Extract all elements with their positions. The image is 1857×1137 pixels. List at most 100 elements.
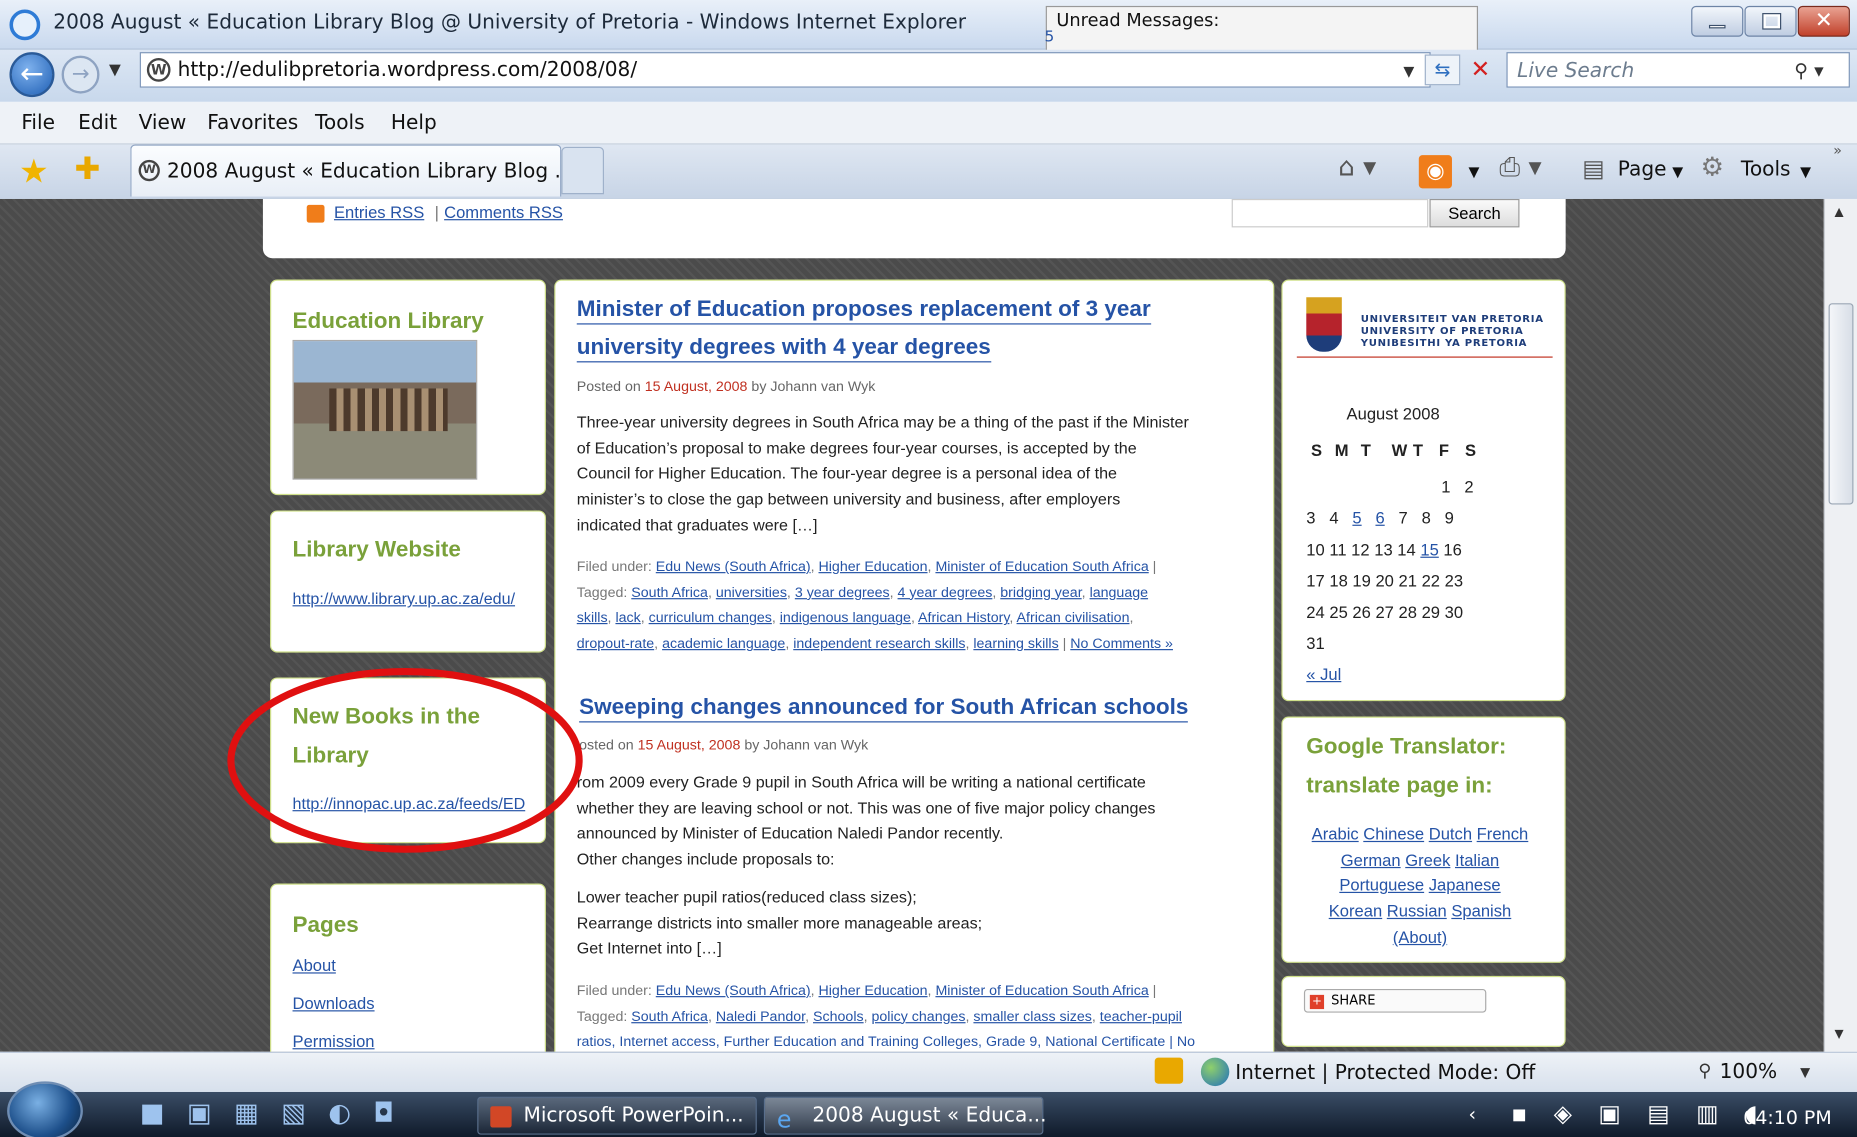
stop-button[interactable]: ✕ xyxy=(1464,54,1497,85)
tag-link[interactable]: teacher-pupil xyxy=(1100,1008,1182,1025)
menu-tools[interactable]: Tools xyxy=(315,111,365,135)
home-icon[interactable]: ⌂ ▾ xyxy=(1338,153,1376,183)
page-menu-icon[interactable]: ▤ xyxy=(1582,154,1604,182)
post-title-1-line1[interactable]: Minister of Education proposes replaceme… xyxy=(576,297,1151,325)
close-window-button[interactable]: ✕ xyxy=(1797,5,1850,37)
clock[interactable]: 04:10 PM xyxy=(1743,1106,1831,1129)
calendar-day-link[interactable]: 5 xyxy=(1352,509,1361,528)
address-dropdown-icon[interactable]: ▼ xyxy=(1403,63,1414,80)
refresh-button[interactable]: ⇆ xyxy=(1424,54,1461,86)
feeds-dropdown-icon[interactable]: ▼ xyxy=(1469,163,1480,180)
zoom-icon[interactable]: ⚲ xyxy=(1698,1060,1711,1081)
back-button[interactable]: ← xyxy=(9,52,55,98)
blog-search-button[interactable]: Search xyxy=(1429,198,1520,228)
lang-link[interactable]: Russian xyxy=(1387,901,1447,920)
category-link[interactable]: Higher Education xyxy=(819,982,928,999)
page-link-about[interactable]: About xyxy=(293,956,336,975)
tag-link[interactable]: academic language xyxy=(662,635,785,652)
post-date[interactable]: 15 August, 2008 xyxy=(645,378,748,395)
tag-link[interactable]: curriculum changes xyxy=(649,609,772,626)
lang-link[interactable]: Arabic xyxy=(1312,824,1359,843)
taskbar-powerpoint[interactable]: Microsoft PowerPoin... xyxy=(477,1096,757,1135)
tag-link[interactable]: skills xyxy=(577,609,608,626)
tag-link[interactable]: South Africa xyxy=(631,1008,708,1025)
lang-link[interactable]: Greek xyxy=(1405,850,1450,869)
tools-menu[interactable]: Tools xyxy=(1741,158,1791,182)
category-link[interactable]: Edu News (South Africa) xyxy=(656,558,811,575)
address-url[interactable]: http://edulibpretoria.wordpress.com/2008… xyxy=(178,58,637,82)
search-icon[interactable]: ⚲ ▾ xyxy=(1794,59,1823,82)
lang-link[interactable]: Japanese xyxy=(1429,876,1501,895)
tools-dropdown-icon[interactable]: ▼ xyxy=(1800,163,1811,180)
tag-link[interactable]: learning skills xyxy=(973,635,1058,652)
tag-link[interactable]: South Africa xyxy=(631,584,708,601)
comments-rss-link[interactable]: Comments RSS xyxy=(444,203,563,222)
tag-links-line[interactable]: ratios, Internet access, Further Educati… xyxy=(577,1030,1195,1052)
category-link[interactable]: Minister of Education South Africa xyxy=(935,558,1148,575)
page-menu[interactable]: Page xyxy=(1618,158,1667,182)
tag-link[interactable]: 3 year degrees xyxy=(795,584,890,601)
tag-link[interactable]: African civilisation xyxy=(1017,609,1130,626)
vertical-scrollbar[interactable]: ▲ ▼ xyxy=(1823,198,1857,1052)
calendar-day-link[interactable]: 6 xyxy=(1375,509,1384,528)
tag-link[interactable]: language xyxy=(1090,584,1148,601)
about-translator-link[interactable]: (About) xyxy=(1393,927,1447,946)
tag-link[interactable]: policy changes xyxy=(872,1008,966,1025)
protected-mode-icon[interactable] xyxy=(1154,1057,1184,1084)
tag-link[interactable]: African History xyxy=(918,609,1009,626)
category-link[interactable]: Edu News (South Africa) xyxy=(656,982,811,999)
favorites-center-icon[interactable]: ★ xyxy=(19,152,49,191)
post-title-2[interactable]: Sweeping changes announced for South Afr… xyxy=(579,695,1189,723)
tray-icons[interactable]: ▪ ◈ ▣ ▤ ▥ ◖ xyxy=(1511,1099,1767,1127)
lang-link[interactable]: Italian xyxy=(1455,850,1499,869)
tools-gear-icon[interactable]: ⚙ xyxy=(1701,153,1724,183)
print-icon[interactable]: ⎙ ▾ xyxy=(1499,153,1541,183)
lang-link[interactable]: Dutch xyxy=(1429,824,1472,843)
calendar-day-link[interactable]: 15 xyxy=(1420,540,1438,559)
start-button[interactable] xyxy=(7,1081,83,1137)
tag-link[interactable]: lack xyxy=(615,609,640,626)
new-tab-button[interactable] xyxy=(561,146,604,195)
tag-link[interactable]: Naledi Pandor xyxy=(716,1008,805,1025)
page-link-downloads[interactable]: Downloads xyxy=(293,994,375,1013)
page-link-permission[interactable]: Permission xyxy=(293,1032,375,1051)
blog-search-input[interactable] xyxy=(1231,198,1429,228)
tag-link[interactable]: independent research skills xyxy=(793,635,965,652)
category-link[interactable]: Higher Education xyxy=(819,558,928,575)
post-title-1-line2[interactable]: university degrees with 4 year degrees xyxy=(576,335,991,363)
tag-link[interactable]: universities xyxy=(716,584,787,601)
lang-link[interactable]: Chinese xyxy=(1363,824,1424,843)
history-dropdown-icon[interactable]: ▼ xyxy=(109,62,121,80)
lang-link[interactable]: Portuguese xyxy=(1339,876,1424,895)
lang-link[interactable]: French xyxy=(1477,824,1529,843)
taskbar-ie[interactable]: e 2008 August « Educa... xyxy=(763,1096,1047,1135)
calendar-prev-month-link[interactable]: « Jul xyxy=(1306,665,1341,684)
tab-active[interactable]: W 2008 August « Education Library Blog .… xyxy=(130,144,574,197)
quick-launch-icons[interactable]: ■ ▣ ▦ ▧ ◐ ◘ xyxy=(140,1099,401,1129)
entries-rss-link[interactable]: Entries RSS xyxy=(334,203,424,222)
tag-link[interactable]: dropout-rate xyxy=(577,635,654,652)
add-favorite-icon[interactable]: ✚ xyxy=(75,152,101,188)
share-button[interactable]: + SHARE xyxy=(1303,988,1487,1013)
menu-help[interactable]: Help xyxy=(391,111,437,135)
zoom-level[interactable]: 100% xyxy=(1720,1060,1778,1084)
minimize-button[interactable] xyxy=(1691,5,1744,37)
scroll-down-icon[interactable]: ▼ xyxy=(1834,1028,1843,1041)
category-link[interactable]: Minister of Education South Africa xyxy=(935,982,1148,999)
tag-link[interactable]: indigenous language xyxy=(780,609,911,626)
page-dropdown-icon[interactable]: ▼ xyxy=(1672,163,1683,180)
comments-link[interactable]: No Comments » xyxy=(1070,635,1173,652)
tag-link[interactable]: smaller class sizes xyxy=(973,1008,1091,1025)
feeds-icon[interactable]: ◉ xyxy=(1418,155,1452,189)
tray-expand-icon[interactable]: ‹ xyxy=(1469,1103,1477,1126)
post-date[interactable]: 15 August, 2008 xyxy=(638,737,741,754)
scroll-up-icon[interactable]: ▲ xyxy=(1834,206,1843,219)
tag-link[interactable]: bridging year xyxy=(1000,584,1081,601)
scrollbar-thumb[interactable] xyxy=(1828,303,1854,505)
menu-file[interactable]: File xyxy=(21,111,55,135)
web-page-viewport[interactable]: Entries RSS | Comments RSS Search Educat… xyxy=(0,198,1824,1052)
library-website-link[interactable]: http://www.library.up.ac.za/edu/ xyxy=(293,590,516,608)
library-building-image[interactable] xyxy=(292,339,478,480)
menu-favorites[interactable]: Favorites xyxy=(207,111,298,135)
tag-link[interactable]: 4 year degrees xyxy=(898,584,993,601)
